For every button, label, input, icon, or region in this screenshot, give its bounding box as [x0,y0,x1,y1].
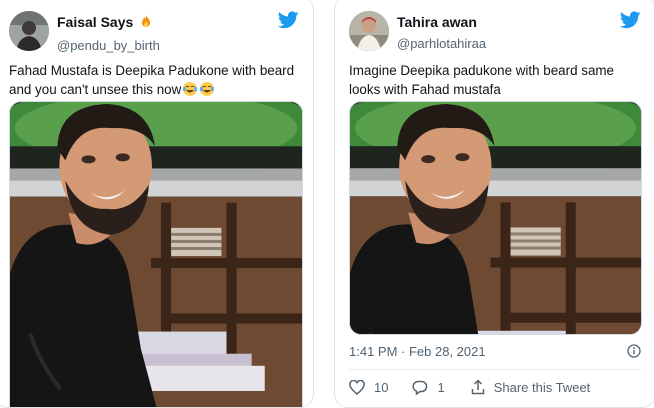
heart-icon [349,379,365,395]
reply-count: 1 [437,379,445,395]
divider [349,369,641,370]
tweet-header: Tahira awan @parhlotahiraa [349,7,641,53]
author-handle[interactable]: @pendu_by_birth [57,38,160,53]
author-name[interactable]: Tahira awan [397,14,477,30]
avatar[interactable] [9,11,49,51]
share-icon [471,379,484,395]
twitter-bird-icon[interactable] [620,11,641,29]
tweet-timestamp[interactable]: 1:41 PM · Feb 28, 2021 [349,344,486,359]
avatar[interactable] [349,11,389,51]
tweet-header: Faisal Says @pendu_by_birth [9,7,299,53]
info-icon[interactable] [627,344,641,358]
tweet-text: Fahad Mustafa is Deepika Padukone with b… [9,61,303,102]
twitter-bird-icon[interactable] [278,11,299,29]
tweet-image[interactable] [9,101,303,407]
tweet-card-tahira[interactable]: Tahira awan @parhlotahiraa Imagine Deepi… [334,0,654,408]
tweet-image[interactable] [349,101,642,335]
share-button[interactable]: Share this Tweet [471,379,591,395]
author-handle[interactable]: @parhlotahiraa [397,36,486,51]
tears-of-joy-emoji-icon [182,81,198,102]
like-count: 10 [374,379,389,395]
like-button[interactable]: 10 [349,379,389,395]
fire-emoji-icon [139,14,153,34]
author-name[interactable]: Faisal Says [57,14,133,30]
tweet-text: Imagine Deepika padukone with beard same… [349,63,615,97]
tears-of-joy-emoji-icon [199,81,215,102]
tweet-actions: 10 1 Share this Tweet [349,377,590,397]
share-label: Share this Tweet [493,379,591,395]
tweet-card-faisal[interactable]: Faisal Says @pendu_by_birth Fahad Mustaf… [0,0,314,408]
reply-icon [412,380,428,395]
reply-button[interactable]: 1 [412,379,445,395]
